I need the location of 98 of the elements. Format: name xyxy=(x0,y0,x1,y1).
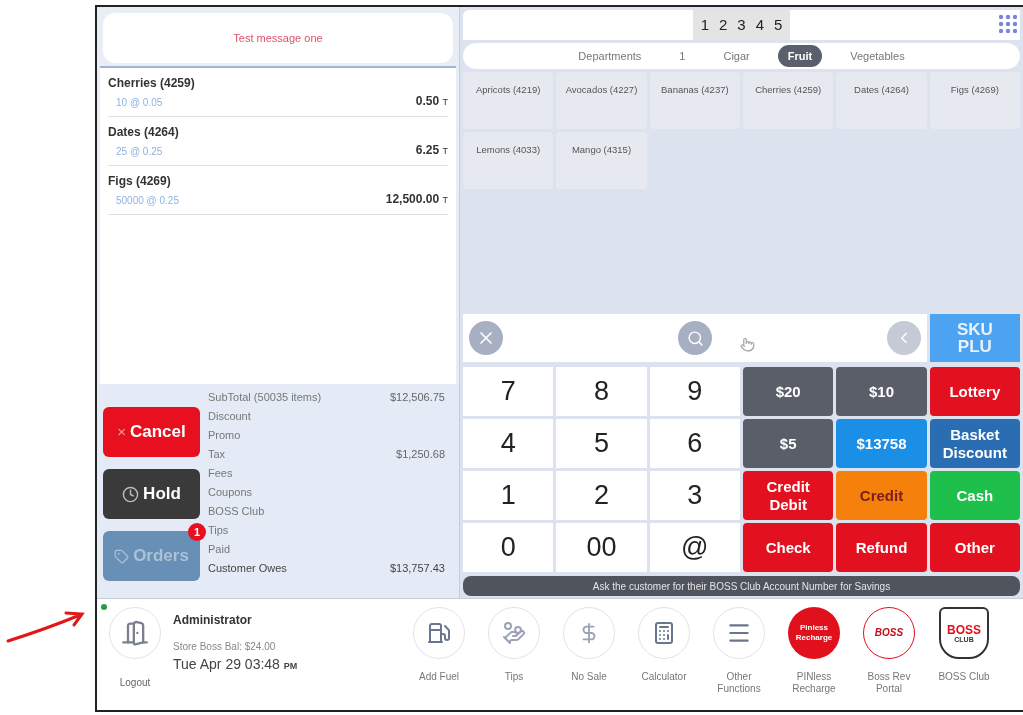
total-value: $13,757.43 xyxy=(389,561,445,577)
page-number[interactable]: 2 xyxy=(719,13,728,37)
tender-button[interactable]: Check xyxy=(743,523,834,572)
product-tile[interactable]: Avocados (4227) xyxy=(556,72,647,129)
function-button[interactable]: Pinless Recharge PINless Recharge xyxy=(785,607,843,695)
keypad-key[interactable]: 1 xyxy=(463,471,554,520)
tender-button[interactable]: $5 xyxy=(743,419,834,468)
item-name: Cherries (4259) xyxy=(108,75,196,92)
keypad-key[interactable]: 6 xyxy=(649,419,740,468)
total-label: Discount xyxy=(208,409,251,425)
order-line[interactable]: Dates (4264) 25 @ 0.25 6.25 T xyxy=(108,117,448,166)
total-label: Coupons xyxy=(208,485,253,501)
tender-button[interactable]: Basket Discount xyxy=(929,419,1020,468)
page-number[interactable]: 1 xyxy=(700,13,709,37)
department-tab[interactable]: Cigar xyxy=(713,45,760,67)
keypad-key[interactable]: 0 xyxy=(463,523,554,572)
keypad-key[interactable]: 3 xyxy=(649,471,740,520)
item-quantity: 10 @ 0.05 xyxy=(115,96,163,110)
fuel-pump-icon[interactable] xyxy=(413,607,465,659)
page-number[interactable]: 5 xyxy=(774,13,783,37)
keypad-key[interactable]: 7 xyxy=(463,367,554,416)
total-label: Tax xyxy=(208,447,226,463)
keypad-key[interactable]: 5 xyxy=(556,419,647,468)
search-field[interactable] xyxy=(463,314,927,362)
keypad-key[interactable]: 4 xyxy=(463,419,554,468)
keypad-key[interactable]: @ xyxy=(649,523,740,572)
tender-button[interactable]: $20 xyxy=(743,367,834,416)
function-button[interactable]: Calculator xyxy=(635,607,693,695)
total-value: $12,506.75 xyxy=(389,390,445,406)
total-label: Tips xyxy=(208,523,229,539)
date-time: Tue Apr 29 03:48 PM xyxy=(173,655,298,674)
keypad-key[interactable]: 9 xyxy=(649,367,740,416)
tender-button[interactable]: Lottery xyxy=(929,367,1020,416)
order-line[interactable]: Cherries (4259) 10 @ 0.05 0.50 T xyxy=(108,68,448,117)
clear-icon[interactable] xyxy=(469,321,503,355)
function-button[interactable]: BOSS Boss Rev Portal xyxy=(860,607,918,695)
item-quantity: 50000 @ 0.25 xyxy=(115,194,179,208)
total-label: Fees xyxy=(208,466,233,482)
item-amount: 0.50 T xyxy=(415,93,448,110)
close-icon: × xyxy=(117,420,126,444)
logout-button[interactable]: Logout xyxy=(105,607,165,690)
keypad-key[interactable]: 00 xyxy=(556,523,647,572)
item-name: Dates (4264) xyxy=(108,124,180,141)
keypad-key[interactable]: 8 xyxy=(556,367,647,416)
function-button[interactable]: Add Fuel xyxy=(410,607,468,695)
count-badge: 1 xyxy=(188,523,206,541)
savings-banner: Ask the customer for their BOSS Club Account Number for Savings xyxy=(463,576,1020,596)
product-tile[interactable]: Apricots (4219) xyxy=(463,72,554,129)
product-tile[interactable]: Cherries (4259) xyxy=(743,72,834,129)
department-tab[interactable]: Fruit xyxy=(777,45,823,67)
total-label: Paid xyxy=(208,542,231,558)
product-tile[interactable]: Lemons (4033) xyxy=(463,132,554,189)
tender-button[interactable]: Refund xyxy=(836,523,927,572)
product-tile[interactable]: Dates (4264) xyxy=(836,72,927,129)
page-number[interactable]: 4 xyxy=(755,13,764,37)
item-amount: 12,500.00 T xyxy=(385,191,448,208)
hand-coins-icon[interactable] xyxy=(488,607,540,659)
back-icon[interactable] xyxy=(886,321,921,355)
tag-icon xyxy=(114,548,130,564)
item-quantity: 25 @ 0.25 xyxy=(115,145,163,159)
hold-button[interactable]: Hold xyxy=(103,469,200,519)
cancel-button[interactable]: × Cancel xyxy=(103,407,200,457)
page-number[interactable]: 3 xyxy=(737,13,746,37)
tender-button[interactable]: Credit xyxy=(836,471,927,520)
calculator-icon[interactable] xyxy=(638,607,690,659)
product-tile[interactable]: Mango (4315) xyxy=(556,132,647,189)
order-line[interactable]: Figs (4269) 50000 @ 0.25 12,500.00 T xyxy=(108,166,448,215)
user-name: Administrator xyxy=(173,612,253,629)
keypad-key[interactable]: 2 xyxy=(556,471,647,520)
clock-icon xyxy=(122,485,140,503)
product-tile[interactable]: Bananas (4237) xyxy=(649,72,740,129)
function-button[interactable]: No Sale xyxy=(560,607,618,695)
tender-button[interactable]: Other xyxy=(929,523,1020,572)
function-button[interactable]: Other Functions xyxy=(710,607,768,695)
recharge-logo[interactable]: Pinless Recharge xyxy=(788,607,840,659)
total-label: BOSS Club xyxy=(208,504,265,520)
department-tab[interactable]: Departments xyxy=(568,45,652,67)
tender-button[interactable]: Credit Debit xyxy=(743,471,834,520)
item-name: Figs (4269) xyxy=(108,173,172,190)
function-button[interactable]: Tips xyxy=(485,607,543,695)
pointer-icon xyxy=(740,336,755,352)
department-tab[interactable]: 1 xyxy=(669,45,696,67)
total-value: $1,250.68 xyxy=(396,447,445,463)
store-balance: Store Boss Bal: $24.00 xyxy=(173,640,277,654)
revolution-logo[interactable]: BOSS xyxy=(863,607,915,659)
item-amount: 6.25 T xyxy=(415,142,448,159)
tender-button[interactable]: $10 xyxy=(836,367,927,416)
tender-button[interactable]: $13758 xyxy=(836,419,927,468)
total-label: SubTotal (50035 items) xyxy=(208,390,322,406)
message-text: Test message one xyxy=(233,30,323,46)
dollar-icon[interactable] xyxy=(563,607,615,659)
total-label: Customer Owes xyxy=(208,561,287,577)
department-tab[interactable]: Vegetables xyxy=(840,45,915,67)
menu-icon[interactable] xyxy=(713,607,765,659)
grid-icon[interactable] xyxy=(998,14,1020,36)
product-tile[interactable]: Figs (4269) xyxy=(929,72,1020,129)
search-icon[interactable] xyxy=(678,321,712,355)
total-label: Promo xyxy=(208,428,241,444)
